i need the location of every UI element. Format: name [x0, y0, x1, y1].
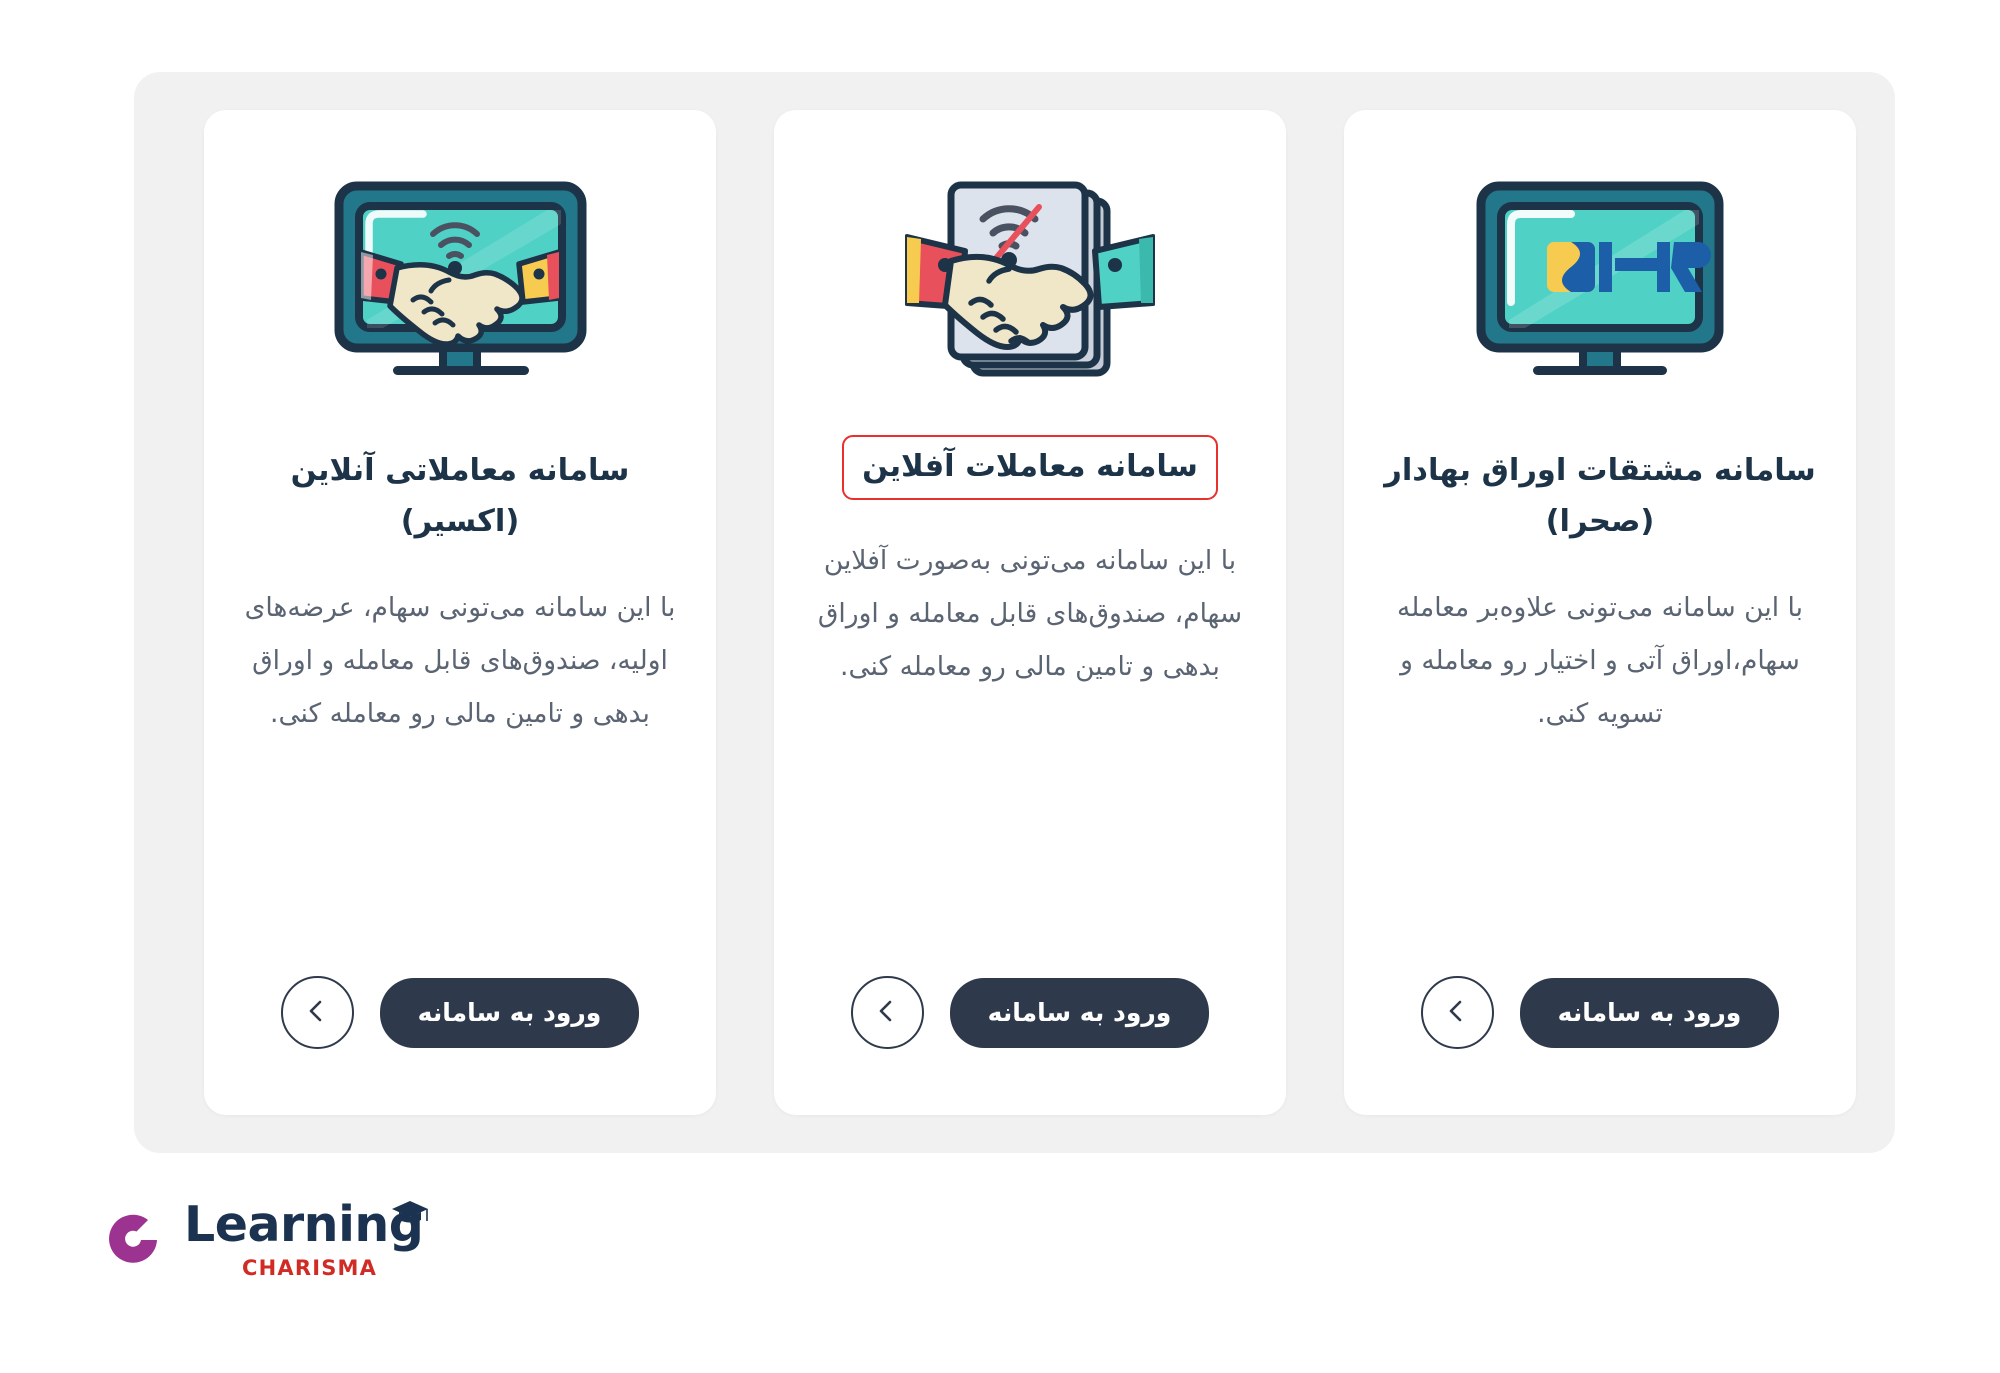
enter-system-button[interactable]: ورود به سامانه	[1519, 977, 1780, 1048]
charisma-c-mark-icon	[100, 1207, 166, 1273]
offline-handshake-documents-icon	[905, 172, 1155, 387]
card-title-highlighted: سامانه معاملات آفلاین	[842, 435, 1218, 500]
logo-subtitle: CHARISMA	[242, 1256, 378, 1280]
chevron-left-icon	[304, 998, 330, 1027]
back-button[interactable]	[280, 976, 354, 1049]
monitor-ihr-logo-icon	[1475, 172, 1725, 387]
brand-logo: Learning CHARISMA	[100, 1200, 429, 1280]
back-button[interactable]	[850, 976, 924, 1049]
logo-word-text: Learning	[184, 1196, 424, 1253]
graduation-cap-icon	[391, 1184, 429, 1233]
system-card-sahra[interactable]: سامانه مشتقات اوراق بهادار (صحرا) با این…	[1344, 110, 1856, 1115]
chevron-left-icon	[874, 998, 900, 1027]
online-handshake-monitor-icon	[333, 172, 588, 387]
card-body: با این سامانه می‌تونی به‌صورت آفلاین سها…	[817, 544, 1243, 682]
chevron-left-icon	[1444, 998, 1470, 1027]
logo-text: Learning CHARISMA	[184, 1200, 429, 1280]
card-title: سامانه معاملاتی آنلاین (اکسیر)	[290, 453, 630, 540]
card-actions: ورود به سامانه	[1344, 976, 1856, 1049]
card-title: سامانه مشتقات اوراق بهادار (صحرا)	[1384, 453, 1816, 540]
card-body: با این سامانه می‌تونی سهام، عرضه‌های اول…	[244, 592, 676, 730]
logo-word: Learning	[184, 1200, 429, 1249]
system-card-online[interactable]: سامانه معاملاتی آنلاین (اکسیر) با این سا…	[204, 110, 716, 1115]
page-root: سامانه مشتقات اوراق بهادار (صحرا) با این…	[0, 0, 2000, 1373]
card-actions: ورود به سامانه	[774, 976, 1286, 1049]
system-card-offline[interactable]: سامانه معاملات آفلاین با این سامانه می‌ت…	[774, 110, 1286, 1115]
card-actions: ورود به سامانه	[204, 976, 716, 1049]
back-button[interactable]	[1420, 976, 1494, 1049]
cards-row: سامانه مشتقات اوراق بهادار (صحرا) با این…	[176, 110, 1856, 1115]
enter-system-button[interactable]: ورود به سامانه	[379, 977, 640, 1048]
card-body: با این سامانه می‌تونی علاوه‌بر معامله سه…	[1397, 592, 1803, 730]
enter-system-button[interactable]: ورود به سامانه	[949, 977, 1210, 1048]
